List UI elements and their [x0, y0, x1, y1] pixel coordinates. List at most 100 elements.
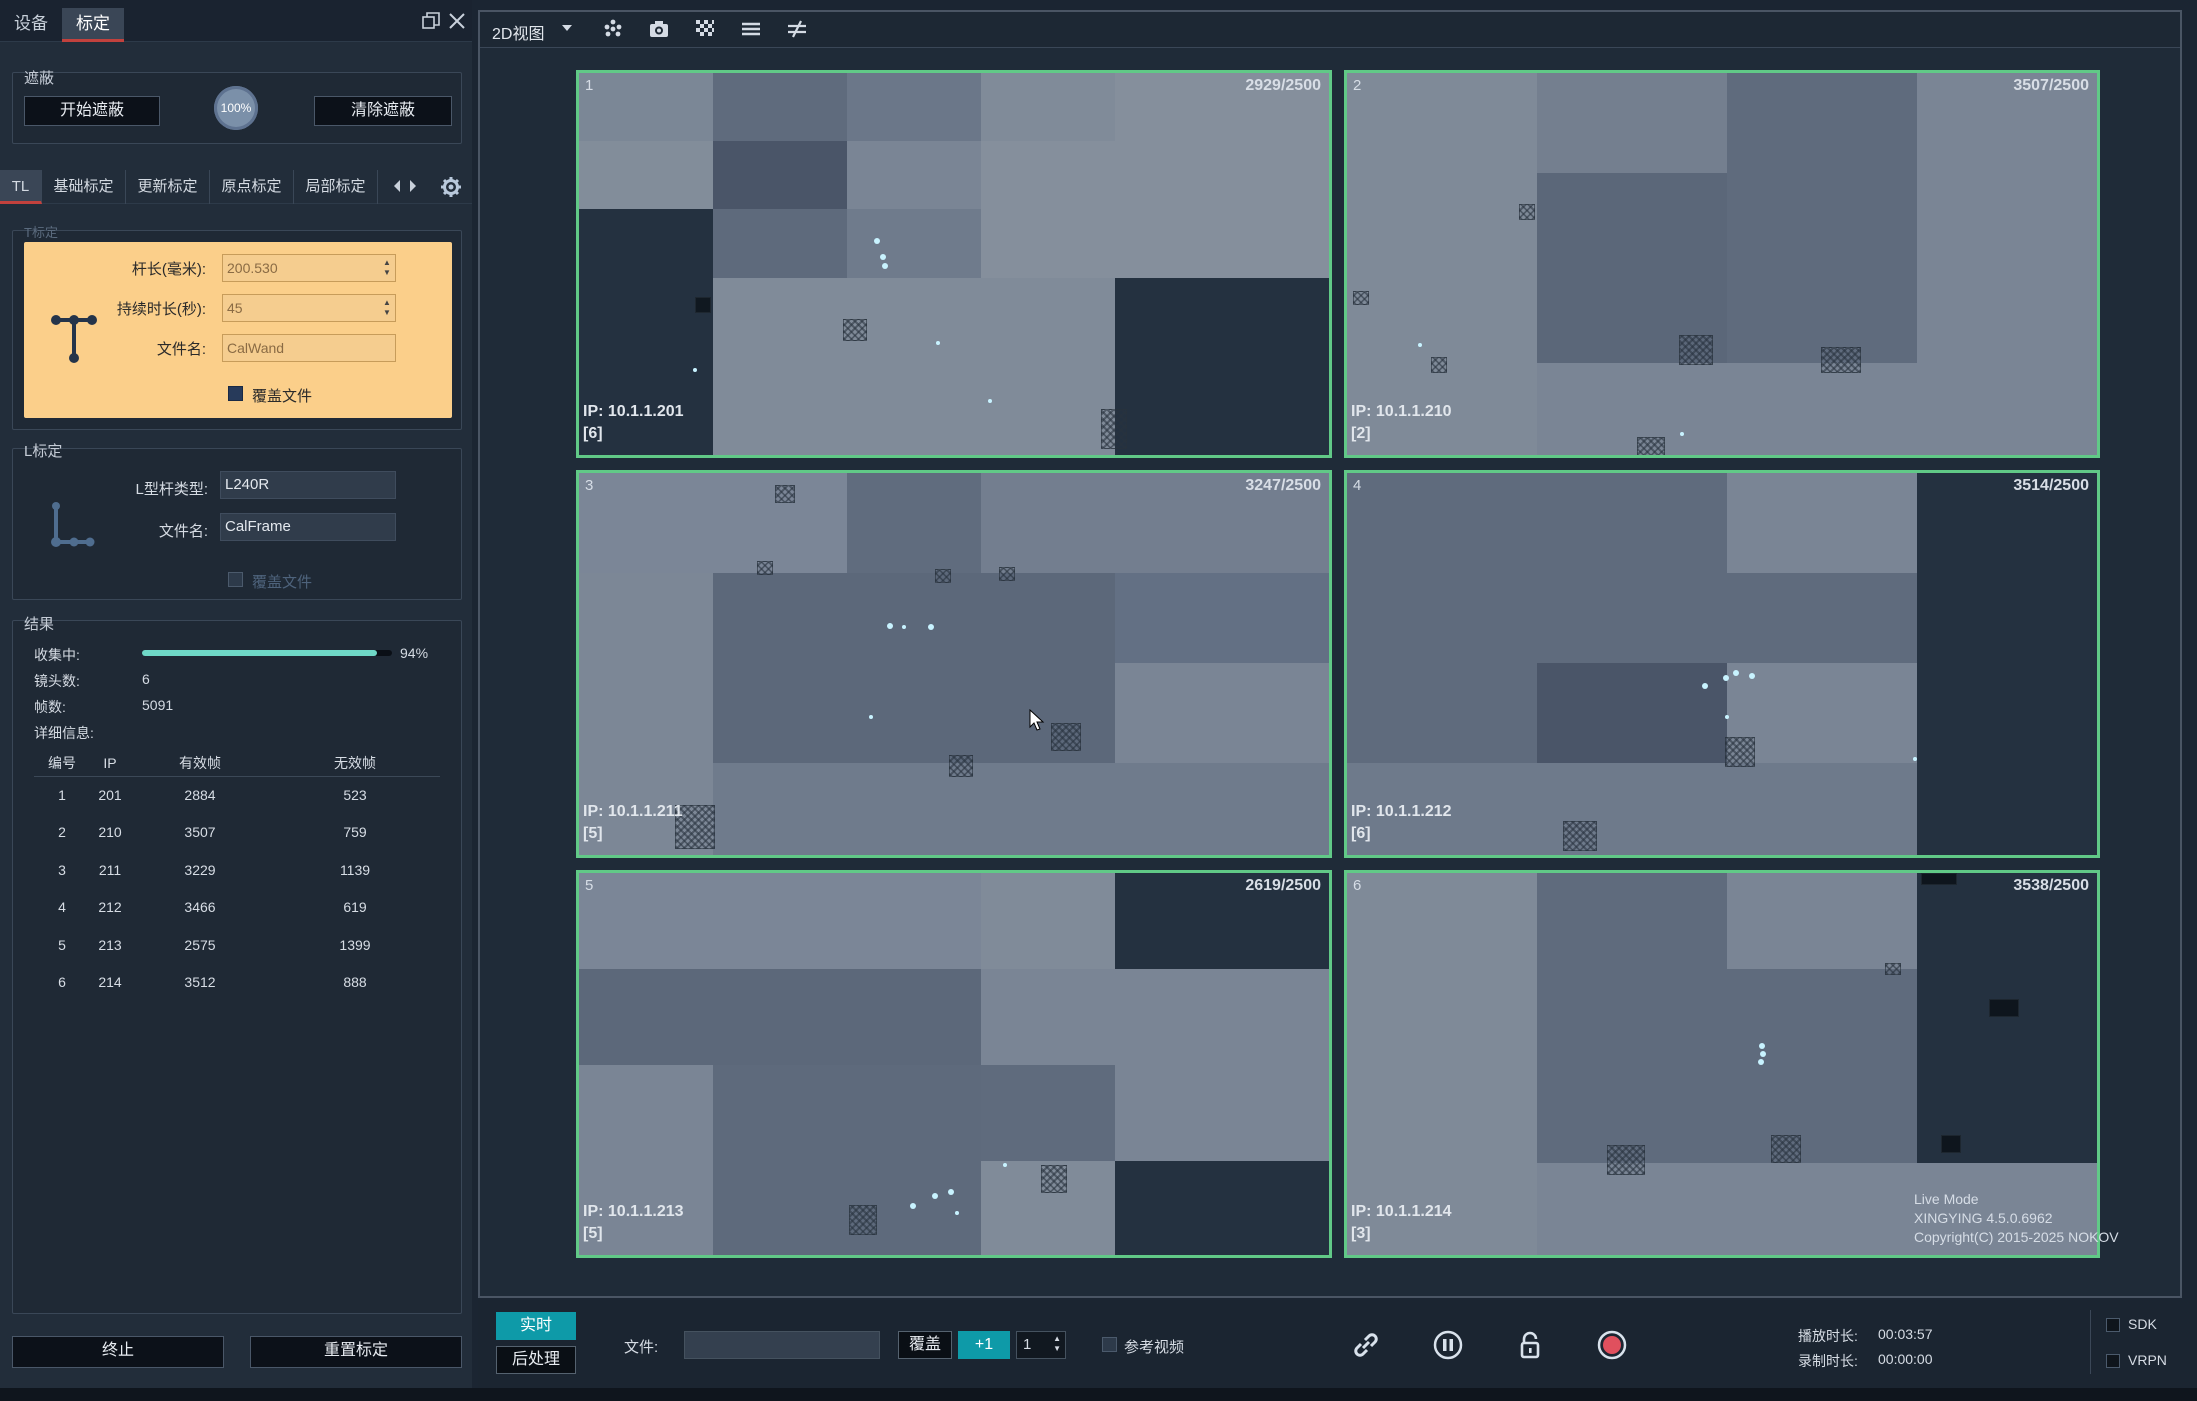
- realtime-button[interactable]: 实时: [496, 1312, 576, 1340]
- table-cell: 888: [343, 974, 367, 991]
- table-row: 3 211 3229 1139: [34, 851, 440, 889]
- collecting-progress-bar: [142, 650, 392, 656]
- vrpn-label: VRPN: [2128, 1352, 2167, 1368]
- pause-icon[interactable]: [1432, 1329, 1464, 1361]
- settings-gear-icon[interactable]: [440, 176, 462, 203]
- plus-one-button[interactable]: +1: [958, 1331, 1010, 1359]
- rod-length-spinner[interactable]: ▲ ▼: [382, 258, 392, 278]
- start-mask-button[interactable]: 开始遮蔽: [24, 96, 160, 126]
- clear-mask-button[interactable]: 清除遮蔽: [314, 96, 452, 126]
- camera-marker-count: [5]: [583, 825, 603, 842]
- filter-icon[interactable]: [786, 18, 808, 40]
- collecting-label: 收集中:: [34, 647, 80, 663]
- l-overwrite-label: 覆盖文件: [252, 574, 313, 591]
- camera-view-4[interactable]: 4 3514/2500 IP: 10.1.1.212 [6]: [1344, 470, 2100, 858]
- camera-view-1[interactable]: 1 2929/2500 IP: 10.1.1.201 [6]: [576, 70, 1332, 458]
- t-overwrite-label: 覆盖文件: [252, 388, 313, 405]
- lines-icon[interactable]: [740, 18, 762, 40]
- record-time-label: 录制时长:: [1798, 1353, 1858, 1369]
- table-cell: 6: [58, 974, 66, 991]
- tab-calibration[interactable]: 标定: [62, 8, 124, 42]
- table-cell: 210: [98, 824, 122, 841]
- tab-devices[interactable]: 设备: [0, 8, 62, 42]
- l-calibration-title: L标定: [24, 443, 63, 460]
- reference-video-checkbox[interactable]: [1102, 1337, 1117, 1352]
- t-filename-input[interactable]: CalWand: [222, 334, 396, 362]
- tabs-scroll-left-icon[interactable]: [392, 178, 402, 199]
- tab-basic-calibration[interactable]: 基础标定: [42, 170, 126, 204]
- l-type-label: L型杆类型:: [135, 481, 208, 498]
- l-overwrite-checkbox[interactable]: [228, 572, 243, 587]
- duration-spinner[interactable]: ▲ ▼: [382, 298, 392, 318]
- l-filename-input[interactable]: CalFrame: [220, 513, 396, 541]
- camera-view-5[interactable]: 5 2619/2500 IP: 10.1.1.213 [5]: [576, 870, 1332, 1258]
- view-toolbar: 2D视图: [480, 12, 2180, 48]
- grid-icon[interactable]: [694, 18, 716, 40]
- vrpn-checkbox[interactable]: [2106, 1354, 2120, 1368]
- duration-label: 持续时长(秒):: [116, 301, 206, 318]
- table-cell: 213: [98, 936, 122, 953]
- camera-ip: IP: 10.1.1.214: [1351, 1203, 1452, 1220]
- table-cell: 4: [58, 899, 66, 916]
- postprocess-button[interactable]: 后处理: [496, 1346, 576, 1374]
- tab-local-calibration[interactable]: 局部标定: [294, 170, 378, 204]
- tab-update-calibration[interactable]: 更新标定: [126, 170, 210, 204]
- column-header-invalid: 无效帧: [270, 750, 440, 777]
- tab-tl[interactable]: TL: [0, 170, 42, 204]
- duration-value: 45: [227, 300, 243, 316]
- view-mode-select[interactable]: 2D视图: [492, 20, 544, 44]
- mask-title: 遮蔽: [24, 70, 55, 87]
- camera-frame-count: 3247/2500: [1245, 477, 1321, 494]
- lock-icon[interactable]: [1514, 1329, 1546, 1361]
- camera-number: 1: [585, 77, 594, 94]
- sdk-checkbox[interactable]: [2106, 1318, 2120, 1332]
- live-mode-text: Live Mode: [1914, 1191, 1979, 1207]
- camera-view-area: 2D视图 1 2929/2500 IP: 10.1.1.201 [6] 2 35…: [478, 10, 2182, 1298]
- reset-calibration-button[interactable]: 重置标定: [250, 1336, 462, 1368]
- stop-button[interactable]: 终止: [12, 1336, 224, 1368]
- status-bar: [0, 1388, 2197, 1401]
- camera-number: 4: [1353, 477, 1362, 494]
- collecting-percent: 94%: [400, 645, 429, 661]
- restore-icon[interactable]: [422, 12, 440, 34]
- camera-frame-count: 3514/2500: [2013, 477, 2089, 494]
- record-time-value: 00:00:00: [1878, 1351, 1933, 1367]
- mask-percent-indicator[interactable]: 100%: [214, 86, 258, 130]
- l-filename-label: 文件名:: [158, 523, 208, 540]
- overwrite-button[interactable]: 覆盖: [898, 1331, 952, 1359]
- tabs-scroll-right-icon[interactable]: [408, 178, 418, 199]
- table-cell: 2575: [184, 936, 216, 953]
- record-icon[interactable]: [1596, 1329, 1628, 1361]
- file-input[interactable]: [684, 1331, 880, 1359]
- camera-view-3[interactable]: 3 3247/2500 IP: 10.1.1.211 [5]: [576, 470, 1332, 858]
- t-filename-label: 文件名:: [156, 341, 206, 358]
- rod-length-label: 杆长(毫米):: [131, 261, 206, 278]
- column-header-ip: IP: [90, 750, 130, 777]
- camera-marker-count: [5]: [583, 1225, 603, 1242]
- table-cell: 3: [58, 861, 66, 878]
- t-overwrite-checkbox[interactable]: [228, 386, 243, 401]
- table-cell: 5: [58, 936, 66, 953]
- camera-ip: IP: 10.1.1.212: [1351, 803, 1452, 820]
- step-spinner-icon[interactable]: ▲ ▼: [1053, 1334, 1061, 1354]
- camera-ip: IP: 10.1.1.213: [583, 1203, 684, 1220]
- close-icon[interactable]: [448, 12, 466, 34]
- table-cell: 523: [343, 787, 367, 803]
- camera-ip: IP: 10.1.1.210: [1351, 403, 1452, 420]
- camera-icon[interactable]: [648, 18, 670, 40]
- camera-view-2[interactable]: 2 3507/2500 IP: 10.1.1.210 [2]: [1344, 70, 2100, 458]
- sdk-label: SDK: [2128, 1316, 2157, 1332]
- l-type-input[interactable]: L240R: [220, 471, 396, 499]
- tab-origin-calibration[interactable]: 原点标定: [210, 170, 294, 204]
- dropdown-arrow-icon[interactable]: [560, 21, 582, 43]
- rod-length-input[interactable]: 200.530 ▲ ▼: [222, 254, 396, 282]
- link-icon[interactable]: [1350, 1329, 1382, 1361]
- calibration-panel: 设备 标定 遮蔽 开始遮蔽 100% 清除遮蔽 TL 基础标定 更新标定 原点标…: [0, 0, 472, 1388]
- duration-input[interactable]: 45 ▲ ▼: [222, 294, 396, 322]
- points-icon[interactable]: [602, 18, 624, 40]
- playback-bar: 实时 后处理 文件: 覆盖 +1 1 ▲ ▼ 参考视频 播放时长: 00:03:5…: [478, 1300, 2197, 1388]
- step-stepper[interactable]: 1 ▲ ▼: [1016, 1331, 1066, 1359]
- frame-count-label: 帧数:: [34, 699, 66, 715]
- camera-frame-count: 2929/2500: [1245, 77, 1321, 94]
- camera-frame-count: 3507/2500: [2013, 77, 2089, 94]
